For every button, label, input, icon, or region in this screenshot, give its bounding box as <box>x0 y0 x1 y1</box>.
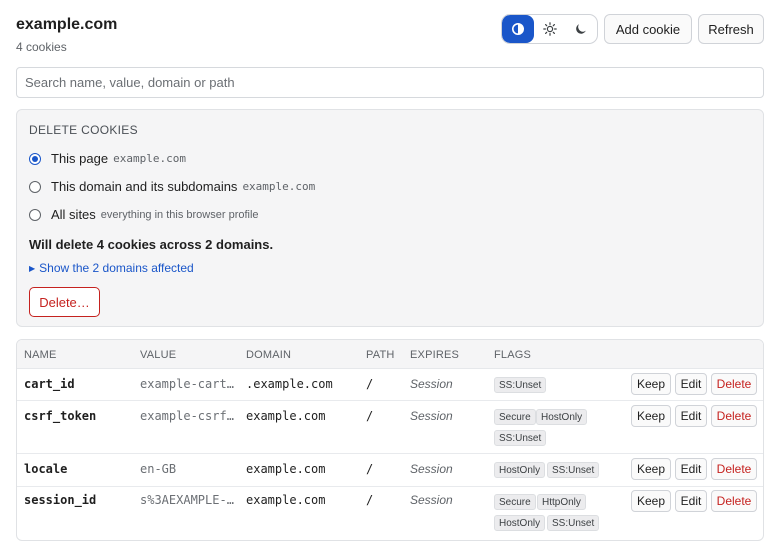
cookie-expires: Session <box>410 377 453 391</box>
cookie-domain: .example.com <box>246 377 333 391</box>
cookie-domain: example.com <box>246 462 326 476</box>
cookie-path: / <box>366 493 374 507</box>
sun-icon <box>542 22 557 36</box>
radio-this-domain[interactable] <box>29 180 41 193</box>
keep-button[interactable]: Keep <box>631 490 671 512</box>
cookie-path: / <box>366 462 374 476</box>
cookie-domain: example.com <box>246 409 326 423</box>
cookie-domain: example.com <box>246 493 326 507</box>
option-label: This domain and its subdomains <box>51 179 238 194</box>
search-input[interactable] <box>16 67 764 98</box>
flag-badge: Secure <box>494 494 536 510</box>
edit-button[interactable]: Edit <box>675 490 707 512</box>
column-header-value: VALUE <box>140 349 177 361</box>
flag-badge: SS:Unset <box>547 515 600 531</box>
disclosure-triangle-icon: ▶ <box>29 263 36 273</box>
keep-button[interactable]: Keep <box>631 458 671 480</box>
add-cookie-button[interactable]: Add cookie <box>604 14 692 44</box>
option-label: All sites <box>51 207 96 222</box>
disclosure-label: Show the 2 domains affected <box>39 261 194 275</box>
keep-button[interactable]: Keep <box>631 405 671 427</box>
delete-cookie-button[interactable]: Delete <box>711 458 757 480</box>
column-header-expires: EXPIRES <box>410 349 460 361</box>
keep-button[interactable]: Keep <box>631 373 671 395</box>
flag-badge: SS:Unset <box>547 462 600 478</box>
column-header-path: PATH <box>366 349 395 361</box>
cookie-value: s%3AEXAMPLE-SESSION-VALUE <box>140 493 235 507</box>
site-title: example.com <box>16 16 118 33</box>
delete-cookie-button[interactable]: Delete <box>711 405 757 427</box>
cookie-count: 4 cookies <box>16 40 67 54</box>
cookie-manager: example.com 4 cookies Add cookie Refresh… <box>0 0 780 555</box>
option-this-domain[interactable]: This domain and its subdomains example.c… <box>29 179 315 194</box>
column-header-domain: DOMAIN <box>246 349 292 361</box>
radio-all-sites[interactable] <box>29 208 41 221</box>
column-header-name: NAME <box>24 349 57 361</box>
table-row: session_id s%3AEXAMPLE-SESSION-VALUE exa… <box>17 487 763 540</box>
edit-button[interactable]: Edit <box>675 373 707 395</box>
cookie-name: cart_id <box>24 377 75 391</box>
delete-summary: Will delete 4 cookies across 2 domains. <box>29 237 274 252</box>
edit-button[interactable]: Edit <box>675 458 707 480</box>
cookie-name: locale <box>24 462 68 476</box>
cookie-name: session_id <box>24 493 97 507</box>
cookie-path: / <box>366 377 374 391</box>
flag-badge: Secure <box>494 409 536 425</box>
cookie-expires: Session <box>410 493 453 507</box>
option-all-sites[interactable]: All sites everything in this browser pro… <box>29 207 259 222</box>
cookie-expires: Session <box>410 409 453 423</box>
table-row: locale en-GB example.com / Session HostO… <box>17 454 763 487</box>
delete-button[interactable]: Delete… <box>29 287 100 317</box>
delete-cookie-button[interactable]: Delete <box>711 373 757 395</box>
theme-auto-button[interactable] <box>502 15 534 43</box>
moon-icon <box>576 24 586 34</box>
table-row: csrf_token example-csrf-token-abcdef exa… <box>17 401 763 454</box>
show-domains-toggle[interactable]: ▶ Show the 2 domains affected <box>29 261 194 275</box>
cookie-path: / <box>366 409 374 423</box>
option-this-page[interactable]: This page example.com <box>29 151 186 166</box>
theme-light-button[interactable] <box>534 15 566 43</box>
theme-dark-button[interactable] <box>565 15 597 43</box>
cookie-value: en-GB <box>140 462 177 476</box>
delete-cookie-button[interactable]: Delete <box>711 490 757 512</box>
table-row: cart_id example-cart-id-12345 .example.c… <box>17 369 763 401</box>
cookie-value: example-cart-id-12345 <box>140 377 235 391</box>
edit-button[interactable]: Edit <box>675 405 707 427</box>
refresh-button[interactable]: Refresh <box>698 14 764 44</box>
theme-toggle <box>501 14 598 44</box>
cookie-name: csrf_token <box>24 409 97 423</box>
flag-badge: SS:Unset <box>494 377 547 393</box>
flag-badge: SS:Unset <box>494 430 547 446</box>
flag-badge: HostOnly <box>494 515 546 531</box>
option-domain: example.com <box>242 180 316 193</box>
option-domain: example.com <box>113 152 186 165</box>
panel-title: DELETE COOKIES <box>29 123 138 137</box>
cookie-value: example-csrf-token-abcdef <box>140 409 235 423</box>
cookie-expires: Session <box>410 462 453 476</box>
flag-badge: HostOnly <box>536 409 588 425</box>
column-header-flags: FLAGS <box>494 349 532 361</box>
delete-cookies-panel: DELETE COOKIES This page example.com Thi… <box>16 109 764 327</box>
table-header: NAME VALUE DOMAIN PATH EXPIRES FLAGS <box>17 340 763 369</box>
radio-this-page[interactable] <box>29 152 41 165</box>
option-description: everything in this browser profile <box>100 208 259 221</box>
cookies-table: NAME VALUE DOMAIN PATH EXPIRES FLAGS car… <box>16 339 764 541</box>
flag-badge: HttpOnly <box>537 494 586 510</box>
option-label: This page <box>51 151 109 166</box>
contrast-icon <box>511 23 524 35</box>
flag-badge: HostOnly <box>494 462 546 478</box>
